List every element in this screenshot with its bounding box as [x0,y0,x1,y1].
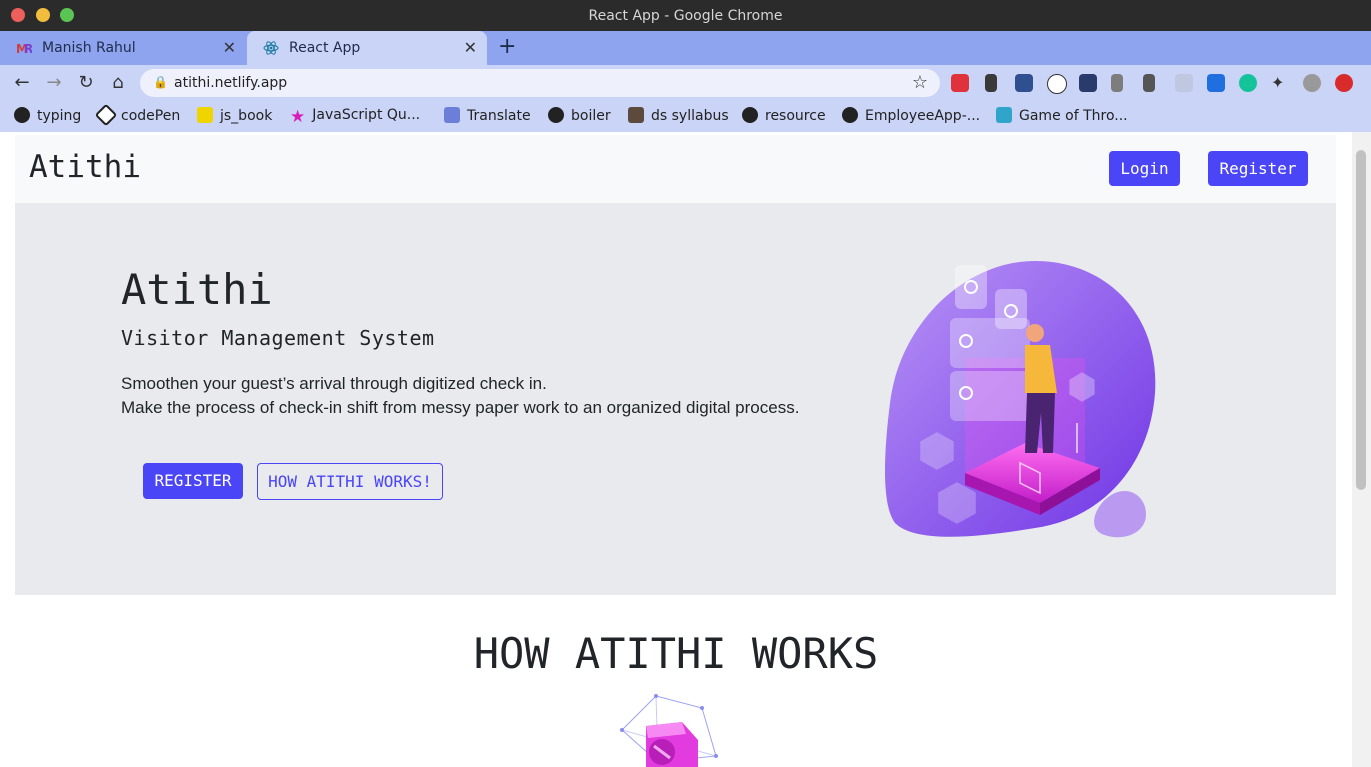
bookmark-label: JavaScript Qu... [312,107,421,123]
site-navbar: Atithi Login Register [15,135,1336,203]
new-tab-icon[interactable]: + [498,36,516,58]
close-tab-icon[interactable]: ✕ [223,38,236,57]
bookmark-resource[interactable]: resource [742,107,826,124]
login-button[interactable]: Login [1109,151,1180,186]
extension-icon[interactable] [1143,74,1155,92]
bookmark-label: Translate [467,108,531,124]
tab-manish-rahul[interactable]: M R Manish Rahul ✕ [0,31,246,65]
register-cta-button[interactable]: REGISTER [143,463,243,499]
browser-toolbar: ← → ↻ ⌂ 🔒 atithi.netlify.app ☆ ✦ [0,65,1371,101]
address-bar[interactable]: 🔒 atithi.netlify.app ☆ [140,69,940,97]
bookmarks-bar: typing codePen js_book ★ JavaScript Qu...… [0,101,1371,132]
reload-icon[interactable]: ↻ [75,72,97,94]
mr-favicon-icon: M R [16,42,32,56]
bookmark-label: ds syllabus [651,108,729,124]
bookmark-got[interactable]: Game of Thro... [996,107,1128,124]
extension-icon[interactable] [951,74,969,92]
tab-react-app[interactable]: React App ✕ [247,31,487,65]
window-titlebar: React App - Google Chrome [0,0,1371,31]
lock-icon[interactable]: 🔒 [153,75,168,89]
hero-description-line-1: Smoothen your guest’s arrival through di… [121,374,547,393]
page-scrollbar[interactable] [1352,132,1371,767]
extension-icon[interactable] [1207,74,1225,92]
site-brand[interactable]: Atithi [29,149,141,185]
bookmark-label: resource [765,108,826,124]
bookmark-label: js_book [220,108,273,124]
forward-arrow-icon[interactable]: → [43,72,65,94]
hero-subtitle: Visitor Management System [121,326,435,350]
bookmark-label: boiler [571,108,611,124]
bookmark-translate[interactable]: Translate [444,107,531,124]
extension-icon[interactable] [985,74,997,92]
how-it-works-illustration [620,694,718,767]
grammarly-icon[interactable] [1239,74,1257,92]
extension-icon[interactable] [1079,74,1097,92]
bookmark-label: typing [37,108,82,124]
close-tab-icon[interactable]: ✕ [464,38,477,57]
ejs-icon [197,107,213,123]
extension-icon[interactable] [1047,74,1067,94]
bookmark-javascript[interactable]: ★ JavaScript Qu... [290,107,421,127]
bookmark-label: codePen [121,108,181,124]
bookmark-typing[interactable]: typing [14,107,81,124]
react-favicon-icon [263,41,279,55]
star-icon[interactable]: ☆ [912,72,928,93]
github-icon [548,107,564,123]
extension-icon[interactable] [1111,74,1123,92]
puzzle-icon[interactable]: ✦ [1271,74,1289,92]
bookmark-employeeapp[interactable]: EmployeeApp-... [842,107,980,124]
tab-strip: M R Manish Rahul ✕ React App ✕ [0,31,1371,65]
hero-section: Atithi Visitor Management System Smoothe… [15,203,1336,595]
github-icon [842,107,858,123]
how-it-works-button[interactable]: HOW ATITHI WORKS! [257,463,443,500]
window-title: React App - Google Chrome [588,8,783,24]
avatar-icon[interactable] [1303,74,1321,92]
hero-illustration [885,261,1156,538]
extension-icon[interactable] [1175,74,1193,92]
back-arrow-icon[interactable]: ← [11,72,33,94]
svg-text:R: R [24,42,32,56]
tab-label: Manish Rahul [42,40,136,56]
bookmark-codepen[interactable]: codePen [94,103,181,127]
url-text[interactable]: atithi.netlify.app [174,75,287,91]
got-icon [996,107,1012,123]
hero-description-line-2: Make the process of check-in shift from … [121,398,800,417]
tab-label: React App [289,40,361,56]
home-icon[interactable]: ⌂ [107,72,129,94]
github-icon [742,107,758,123]
bookmark-boiler[interactable]: boiler [548,107,611,124]
update-icon[interactable] [1335,74,1353,92]
paw-icon [14,107,30,123]
bookmark-label: EmployeeApp-... [865,108,981,124]
translate-icon [444,107,460,123]
cc-icon [628,107,644,123]
hero-title: Atithi [121,265,273,314]
register-nav-button[interactable]: Register [1208,151,1308,186]
star-icon: ★ [290,107,306,127]
page-viewport: Atithi Login Register Atithi Visitor Man… [0,132,1352,767]
bookmark-js-book[interactable]: js_book [197,107,272,124]
bookmark-label: Game of Thro... [1019,108,1128,124]
extension-icon[interactable] [1015,74,1033,92]
scrollbar-thumb[interactable] [1356,150,1366,490]
codepen-icon [94,103,118,127]
how-it-works-heading: HOW ATITHI WORKS [473,629,879,678]
bookmark-ds-syllabus[interactable]: ds syllabus [628,107,729,124]
